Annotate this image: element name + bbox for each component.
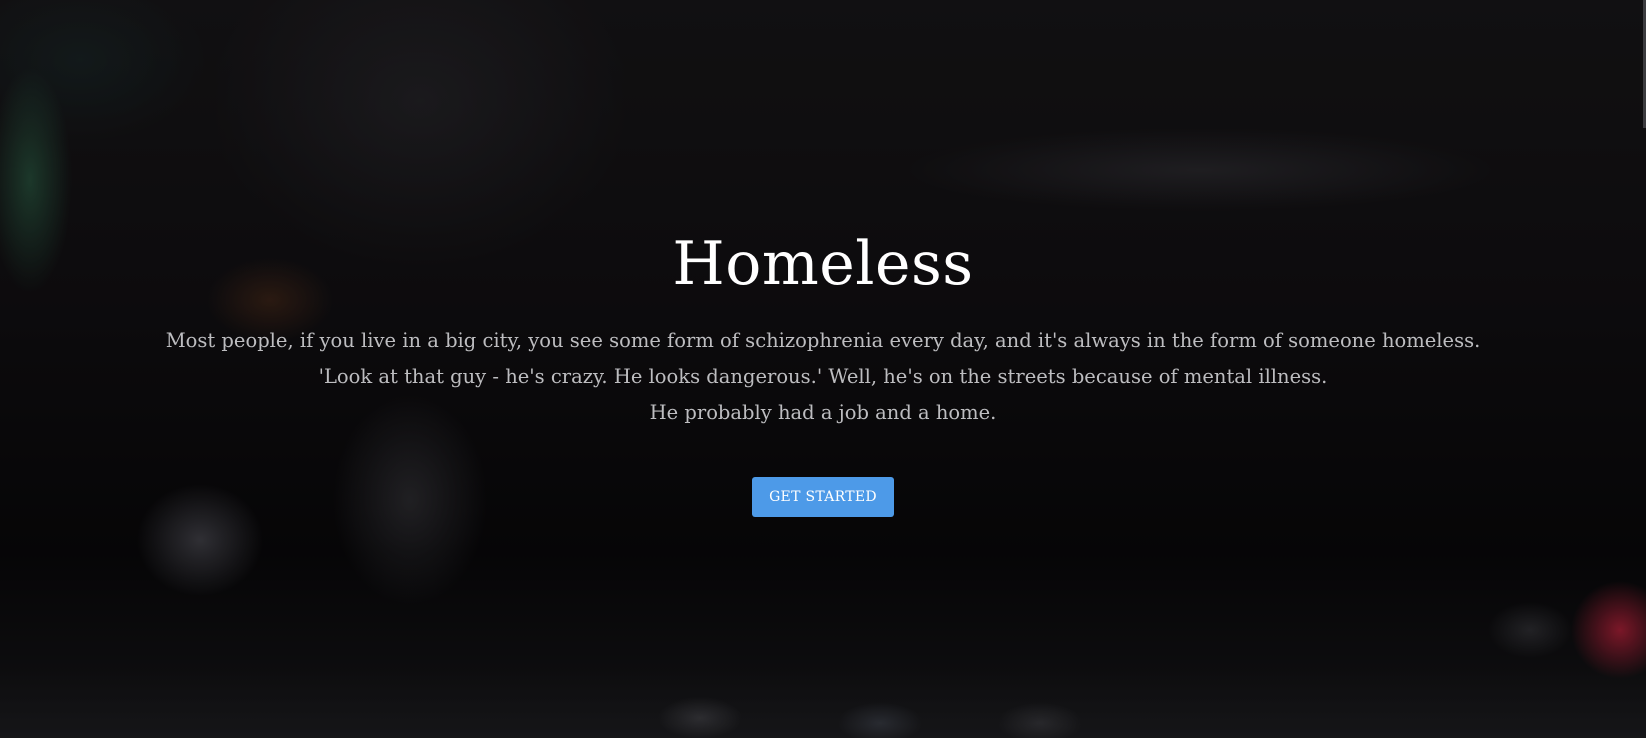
hero-lead-line: He probably had a job and a home. — [649, 401, 997, 424]
hero-section: Homeless Most people, if you live in a b… — [0, 0, 1646, 738]
hero-lead-line: 'Look at that guy - he's crazy. He looks… — [318, 365, 1328, 388]
hero-title: Homeless — [672, 229, 974, 299]
get-started-button[interactable]: GET STARTED — [752, 477, 894, 517]
hero-lead-text: Most people, if you live in a big city, … — [0, 323, 1646, 431]
hero-lead-line: Most people, if you live in a big city, … — [165, 329, 1481, 352]
